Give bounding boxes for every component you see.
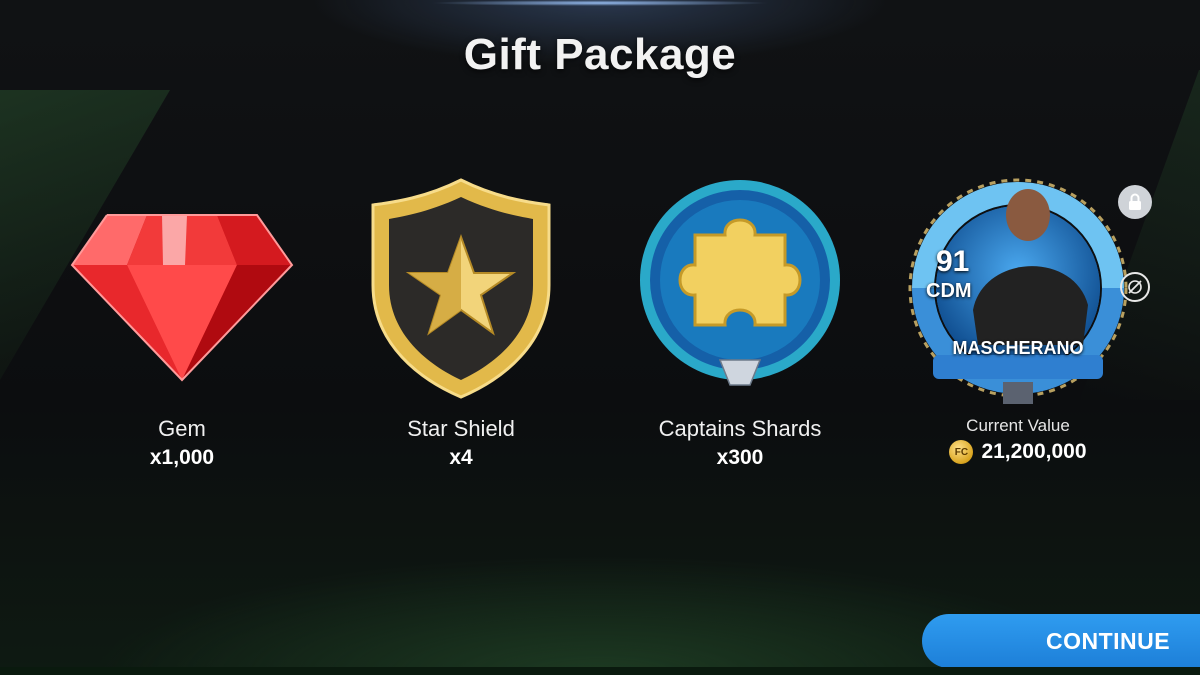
item-quantity: x1,000 (149, 446, 215, 469)
coin-icon: FC (949, 440, 974, 464)
top-glow (430, 0, 770, 6)
reward-item-star-shield: Star Shield x4 (331, 170, 591, 470)
item-quantity: x300 (716, 446, 764, 469)
page-title: Gift Package (463, 30, 737, 79)
player-card[interactable]: 91 CDM MASCHERANO (888, 170, 1148, 410)
item-name: Captains Shards (658, 416, 822, 441)
bottom-floor (0, 667, 1200, 675)
no-trade-icon (1120, 272, 1150, 302)
reward-item-gem: Gem x1,000 (52, 170, 312, 470)
current-value-amount: 21,200,000 (981, 440, 1087, 463)
gem-icon (52, 170, 312, 410)
reward-item-captains-shards: Captains Shards x300 (610, 170, 870, 470)
item-name: Gem (158, 416, 206, 441)
puzzle-piece-badge-icon (610, 170, 870, 410)
player-rating: 91 (936, 245, 970, 278)
current-value: FC 21,200,000 (888, 440, 1148, 464)
reward-item-player: 91 CDM MASCHERANO Current Value FC 21,20… (888, 170, 1148, 464)
current-value-label: Current Value (966, 416, 1070, 435)
continue-button[interactable]: CONTINUE (922, 614, 1200, 668)
lock-icon[interactable] (1118, 185, 1152, 219)
item-name: Star Shield (407, 416, 515, 441)
player-position: CDM (926, 280, 972, 302)
player-name: MASCHERANO (952, 338, 1084, 358)
item-quantity: x4 (449, 446, 473, 469)
star-shield-icon (331, 170, 591, 410)
